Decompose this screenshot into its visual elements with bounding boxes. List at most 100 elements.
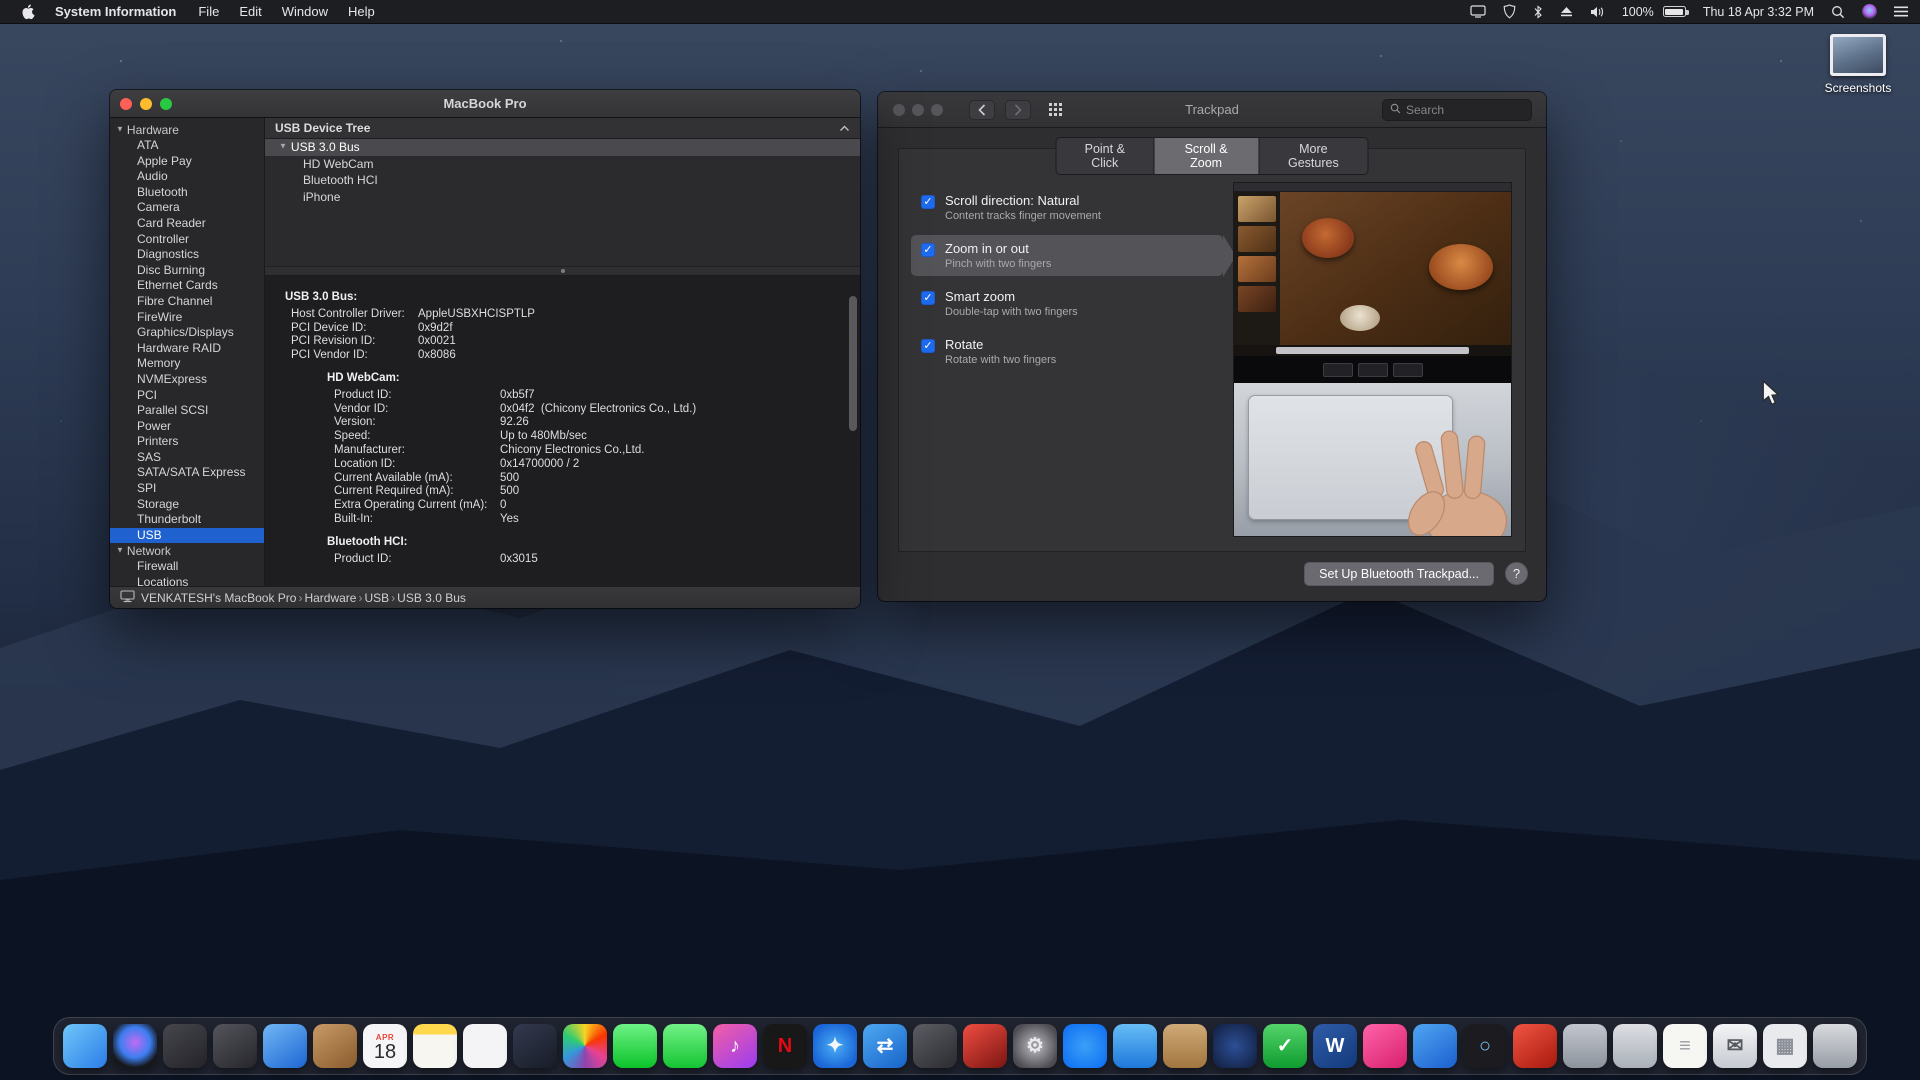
dock-navy-app[interactable] xyxy=(1213,1024,1257,1068)
menu-file[interactable]: File xyxy=(188,4,229,19)
volume-icon[interactable] xyxy=(1590,6,1605,18)
sidebar-item-spi[interactable]: SPI xyxy=(110,481,264,497)
dock-antivirus[interactable]: ✓ xyxy=(1263,1024,1307,1068)
dock-mail-app[interactable]: ✉ xyxy=(1713,1024,1757,1068)
dock-pages[interactable] xyxy=(263,1024,307,1068)
forward-button[interactable] xyxy=(1005,100,1031,120)
dock-folder[interactable] xyxy=(1163,1024,1207,1068)
sysinfo-titlebar[interactable]: MacBook Pro xyxy=(110,90,860,118)
dock-adobe-app[interactable] xyxy=(1513,1024,1557,1068)
dock-facetime[interactable] xyxy=(663,1024,707,1068)
pane-splitter[interactable] xyxy=(265,266,860,276)
dock-affinity[interactable]: ○ xyxy=(1463,1024,1507,1068)
sidebar-item-parallel-scsi[interactable]: Parallel SCSI xyxy=(110,403,264,419)
dock-itunes[interactable]: ♪ xyxy=(713,1024,757,1068)
notification-center-icon[interactable] xyxy=(1894,6,1908,17)
menu-help[interactable]: Help xyxy=(338,4,385,19)
close-button[interactable] xyxy=(120,98,132,110)
security-shield-icon[interactable] xyxy=(1503,4,1516,19)
sidebar-item-card-reader[interactable]: Card Reader xyxy=(110,216,264,232)
siri-icon[interactable] xyxy=(1862,4,1877,19)
sidebar-item-firewire[interactable]: FireWire xyxy=(110,310,264,326)
back-button[interactable] xyxy=(969,100,995,120)
menu-edit[interactable]: Edit xyxy=(229,4,271,19)
sidebar-item-pci[interactable]: PCI xyxy=(110,388,264,404)
dock-photo-booth[interactable] xyxy=(913,1024,957,1068)
sidebar-item-sas[interactable]: SAS xyxy=(110,450,264,466)
dock-siri[interactable] xyxy=(113,1024,157,1068)
sidebar-item-storage[interactable]: Storage xyxy=(110,497,264,513)
sidebar-item-disc-burning[interactable]: Disc Burning xyxy=(110,263,264,279)
tree-item-bluetooth-hci[interactable]: Bluetooth HCI xyxy=(265,172,860,189)
dock-word[interactable]: W xyxy=(1313,1024,1357,1068)
sidebar-item-ethernet-cards[interactable]: Ethernet Cards xyxy=(110,278,264,294)
screenshots-desktop-icon[interactable]: Screenshots xyxy=(1822,34,1894,95)
spotlight-search-icon[interactable] xyxy=(1831,5,1845,19)
sidebar-item-hardware-raid[interactable]: Hardware RAID xyxy=(110,341,264,357)
dock-finder[interactable] xyxy=(63,1024,107,1068)
checkbox-rotate[interactable]: ✓ xyxy=(921,339,935,353)
dock-display-app[interactable] xyxy=(1413,1024,1457,1068)
dock-netflix[interactable]: N xyxy=(763,1024,807,1068)
show-all-preferences-icon[interactable] xyxy=(1049,103,1062,116)
sidebar-item-nvmexpress[interactable]: NVMExpress xyxy=(110,372,264,388)
dock-calendar[interactable]: APR18 xyxy=(363,1024,407,1068)
collapse-chevron-icon[interactable] xyxy=(839,121,850,135)
dock-trash[interactable] xyxy=(1813,1024,1857,1068)
menu-window[interactable]: Window xyxy=(272,4,338,19)
sidebar-item-sata-sata-express[interactable]: SATA/SATA Express xyxy=(110,465,264,481)
search-input[interactable] xyxy=(1406,103,1561,117)
bluetooth-icon[interactable] xyxy=(1533,5,1543,19)
sidebar-item-thunderbolt[interactable]: Thunderbolt xyxy=(110,512,264,528)
tab-more-gestures[interactable]: More Gestures xyxy=(1258,137,1368,175)
apple-menu-icon[interactable] xyxy=(14,4,43,20)
dock-system-preferences[interactable]: ⚙ xyxy=(1013,1024,1057,1068)
trackpad-toolbar[interactable]: Trackpad xyxy=(878,92,1546,128)
battery-icon[interactable] xyxy=(1663,6,1686,17)
close-button[interactable] xyxy=(893,104,905,116)
eject-icon[interactable] xyxy=(1560,6,1573,17)
minimize-button[interactable] xyxy=(912,104,924,116)
sidebar-item-diagnostics[interactable]: Diagnostics xyxy=(110,247,264,263)
dock-camera-app[interactable] xyxy=(213,1024,257,1068)
tab-point-click[interactable]: Point & Click xyxy=(1056,137,1154,175)
sidebar-item-bluetooth[interactable]: Bluetooth xyxy=(110,185,264,201)
dock-reminders[interactable] xyxy=(463,1024,507,1068)
sidebar-section-hardware[interactable]: ▼Hardware xyxy=(110,122,264,138)
preferences-search-field[interactable] xyxy=(1382,99,1532,121)
dock-photos[interactable] xyxy=(563,1024,607,1068)
help-button[interactable]: ? xyxy=(1505,562,1528,585)
tree-item-hd-webcam[interactable]: HD WebCam xyxy=(265,156,860,173)
zoom-button[interactable] xyxy=(931,104,943,116)
sidebar-item-firewall[interactable]: Firewall xyxy=(110,559,264,575)
dock-textedit[interactable]: ≡ xyxy=(1663,1024,1707,1068)
checkbox-smart-zoom[interactable]: ✓ xyxy=(921,291,935,305)
dock-launchpad[interactable] xyxy=(163,1024,207,1068)
dock-messenger[interactable] xyxy=(1063,1024,1107,1068)
tree-item-iphone[interactable]: iPhone xyxy=(265,189,860,206)
sidebar-item-locations[interactable]: Locations xyxy=(110,575,264,586)
minimize-button[interactable] xyxy=(140,98,152,110)
dock-transmission[interactable] xyxy=(1113,1024,1157,1068)
sidebar-item-controller[interactable]: Controller xyxy=(110,232,264,248)
dock-podcasts[interactable] xyxy=(513,1024,557,1068)
sidebar-item-usb[interactable]: USB xyxy=(110,528,264,544)
sidebar-item-memory[interactable]: Memory xyxy=(110,356,264,372)
dock-printer-app[interactable] xyxy=(1613,1024,1657,1068)
dock-books[interactable] xyxy=(313,1024,357,1068)
sidebar-item-fibre-channel[interactable]: Fibre Channel xyxy=(110,294,264,310)
dock-image-capture[interactable]: ▦ xyxy=(1763,1024,1807,1068)
menubar-app-name[interactable]: System Information xyxy=(45,4,186,19)
tree-item-usb-3-0-bus[interactable]: ▼USB 3.0 Bus xyxy=(265,139,860,156)
dock-file-transfer[interactable]: ⇄ xyxy=(863,1024,907,1068)
tab-scroll-zoom[interactable]: Scroll & Zoom xyxy=(1153,137,1258,175)
dock-safari[interactable]: ✦ xyxy=(813,1024,857,1068)
sidebar-item-printers[interactable]: Printers xyxy=(110,434,264,450)
zoom-button[interactable] xyxy=(160,98,172,110)
sidebar-item-apple-pay[interactable]: Apple Pay xyxy=(110,154,264,170)
sidebar-item-audio[interactable]: Audio xyxy=(110,169,264,185)
menubar-clock[interactable]: Thu 18 Apr 3:32 PM xyxy=(1703,5,1814,19)
dock-media-pink[interactable] xyxy=(1363,1024,1407,1068)
details-scrollbar[interactable] xyxy=(849,296,857,431)
dock-messages[interactable] xyxy=(613,1024,657,1068)
